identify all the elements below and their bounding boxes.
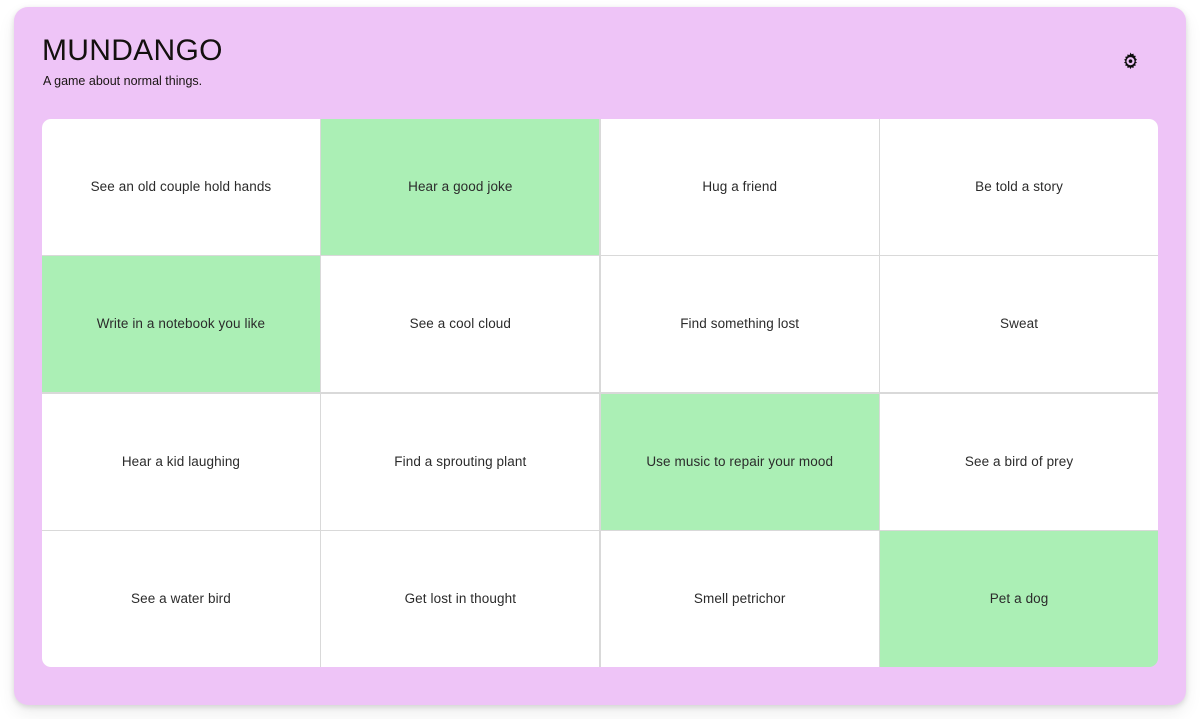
bingo-cell-label: Pet a dog <box>989 590 1049 606</box>
page-title: MUNDANGO <box>42 34 223 67</box>
bingo-cell-label: Find something lost <box>680 316 800 332</box>
bingo-cell-label: Get lost in thought <box>404 590 517 606</box>
bingo-cell[interactable]: Use music to repair your mood <box>600 393 879 530</box>
bingo-cell[interactable]: Be told a story <box>880 119 1158 255</box>
bingo-cell[interactable]: Hug a friend <box>600 119 879 255</box>
bingo-cell[interactable]: Hear a good joke <box>321 119 600 255</box>
bingo-cell[interactable]: Write in a notebook you like <box>42 256 320 393</box>
bingo-cell-label: Write in a notebook you like <box>96 316 266 332</box>
page-subtitle: A game about normal things. <box>43 73 203 88</box>
bingo-cell[interactable]: Smell petrichor <box>600 531 879 667</box>
bingo-cell[interactable]: Find something lost <box>600 256 879 393</box>
bingo-board: See an old couple hold hands Hear a good … <box>42 119 1158 667</box>
bingo-cell[interactable]: See a bird of prey <box>880 393 1158 530</box>
bingo-cell[interactable]: See a water bird <box>42 531 320 667</box>
app-header: MUNDANGO A game about normal things. <box>14 7 1186 119</box>
gear-icon <box>1121 51 1140 71</box>
bingo-cell-label: Find a sprouting plant <box>394 453 527 469</box>
bingo-cell-label: Sweat <box>1000 316 1039 332</box>
bingo-cell-label: Hear a kid laughing <box>121 453 241 469</box>
settings-button[interactable] <box>1115 46 1145 76</box>
bingo-cell-label: See a cool cloud <box>409 316 512 332</box>
bingo-cell-label: See a bird of prey <box>964 453 1074 469</box>
bingo-cell-label: Smell petrichor <box>693 590 786 606</box>
bingo-cell-label: Hear a good joke <box>408 178 513 194</box>
bingo-cell[interactable]: Sweat <box>880 256 1158 393</box>
bingo-cell-label: Hug a friend <box>702 178 778 194</box>
bingo-cell[interactable]: Hear a kid laughing <box>42 393 320 530</box>
bingo-cell-label: See a water bird <box>130 590 231 606</box>
bingo-cell-label: Be told a story <box>975 178 1063 194</box>
bingo-cell[interactable]: Pet a dog <box>880 531 1158 667</box>
bingo-cell-label: See an old couple hold hands <box>90 178 272 194</box>
bingo-cell-label: Use music to repair your mood <box>646 453 834 469</box>
bingo-cell[interactable]: Get lost in thought <box>321 531 600 667</box>
bingo-cell[interactable]: Find a sprouting plant <box>321 393 600 530</box>
bingo-cell[interactable]: See an old couple hold hands <box>42 119 320 255</box>
title-block: MUNDANGO A game about normal things. <box>42 35 223 89</box>
app-window: MUNDANGO A game about normal things. See… <box>14 7 1186 705</box>
bingo-cell[interactable]: See a cool cloud <box>321 256 600 393</box>
